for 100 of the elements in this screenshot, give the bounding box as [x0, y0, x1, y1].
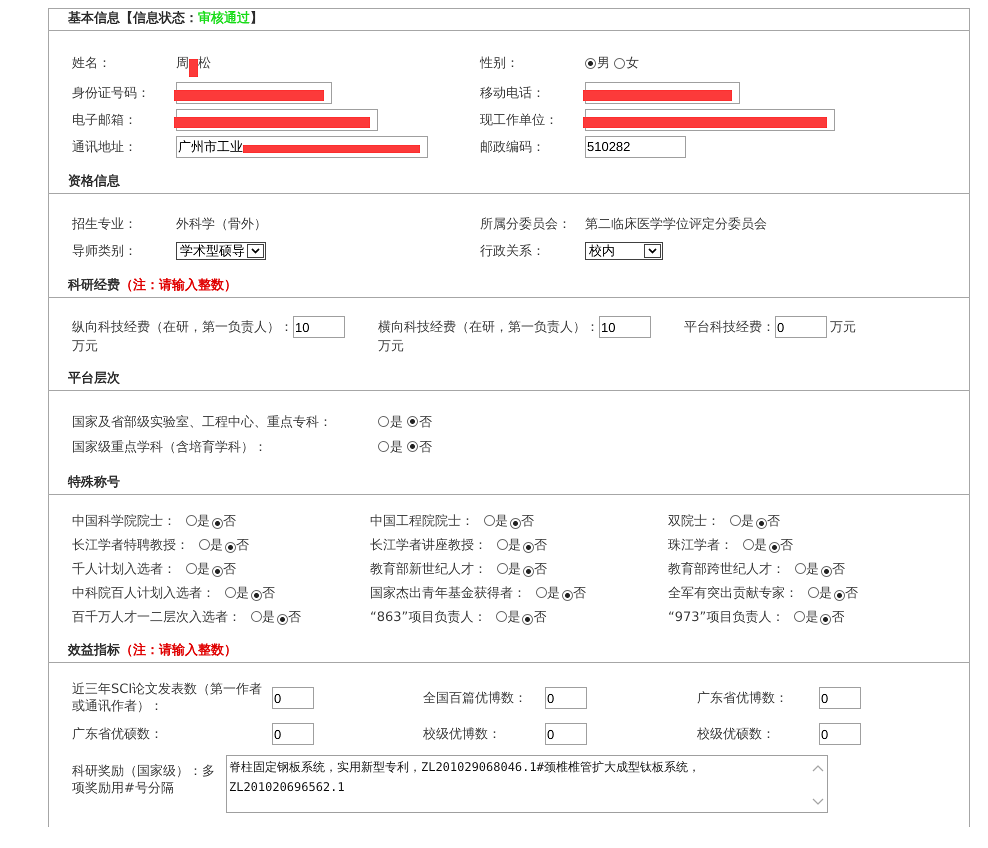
- input-field[interactable]: 10: [293, 316, 345, 338]
- field-label: 双院士：: [668, 514, 720, 529]
- radio-button[interactable]: [378, 416, 389, 427]
- radio-button[interactable]: [808, 587, 819, 598]
- radio-button[interactable]: [378, 441, 389, 452]
- field-label: 性别：: [480, 55, 520, 73]
- radio-label: 是: [547, 586, 560, 601]
- input-field[interactable]: 0: [819, 723, 861, 745]
- radio-button[interactable]: [756, 518, 767, 529]
- radio-button[interactable]: [536, 587, 547, 598]
- field-label: “973”项目负责人：: [668, 610, 784, 625]
- field-label: 中科院百人计划入选者：: [72, 586, 215, 601]
- radio-button[interactable]: [497, 563, 508, 574]
- input-field[interactable]: 0: [545, 687, 587, 709]
- radio-button[interactable]: [769, 542, 780, 553]
- field-label: 姓名：: [72, 55, 112, 73]
- input-field[interactable]: 0: [545, 723, 587, 745]
- field-label: 邮政编码：: [480, 138, 546, 156]
- input-field[interactable]: [176, 108, 378, 130]
- unit-label: 万元: [830, 318, 856, 336]
- radio-button[interactable]: [820, 614, 832, 625]
- radio-label: 是: [508, 538, 521, 553]
- input-field[interactable]: [585, 108, 835, 130]
- input-field[interactable]: 0: [272, 687, 314, 709]
- radio-button[interactable]: [407, 441, 418, 452]
- radio-label: 否: [419, 414, 432, 430]
- radio-label: 否: [236, 538, 249, 553]
- radio-label: 否: [521, 514, 534, 529]
- radio-button[interactable]: [523, 542, 534, 553]
- radio-button[interactable]: [496, 611, 508, 622]
- field-value: 第二临床医学学位评定分委员会: [585, 216, 767, 232]
- radio-label: 是: [805, 610, 818, 625]
- select-field[interactable]: 学术型硕导: [176, 242, 266, 260]
- input-field[interactable]: [176, 82, 332, 104]
- radio-label: 是: [197, 514, 210, 529]
- field-label: 科研奖励（国家级）：多项奖励用#号分隔: [72, 763, 216, 797]
- input-field[interactable]: 0: [819, 687, 861, 709]
- field-label: 广东省优硕数：: [72, 726, 164, 742]
- section-title: 特殊称号: [68, 475, 120, 490]
- field-label: 横向科技经费（在研，第一负责人）：: [378, 318, 599, 336]
- field-label: 校级优博数：: [423, 726, 502, 742]
- radio-button[interactable]: [562, 590, 573, 601]
- radio-button[interactable]: [585, 58, 596, 68]
- radio-button[interactable]: [834, 590, 845, 601]
- radio-button[interactable]: [186, 563, 197, 574]
- radio-button[interactable]: [523, 566, 534, 577]
- radio-button[interactable]: [821, 566, 832, 577]
- radio-label: 是: [741, 514, 754, 529]
- radio-button[interactable]: [614, 58, 625, 68]
- input-field[interactable]: 10: [599, 316, 651, 338]
- field-label: 百千万人才一二层次入选者：: [72, 610, 241, 625]
- radio-label: 是: [236, 586, 249, 601]
- input-field[interactable]: [585, 82, 740, 104]
- radio-button[interactable]: [794, 611, 806, 622]
- field-label: 千人计划入选者：: [72, 562, 176, 577]
- text-area[interactable]: 脊柱固定钢板系统，实用新型专利，ZL201029068046.1#颈椎椎管扩大成型钛板系统，ZL201020696562.1: [226, 755, 828, 813]
- radio-button[interactable]: [730, 515, 741, 526]
- section-title: 资格信息: [68, 174, 120, 189]
- radio-button[interactable]: [510, 518, 521, 529]
- field-label: 招生专业：: [72, 216, 138, 234]
- radio-button[interactable]: [225, 587, 236, 598]
- section-title: 】: [250, 11, 263, 26]
- scroll-down-icon[interactable]: [812, 798, 824, 806]
- radio-button[interactable]: [484, 515, 495, 526]
- radio-button[interactable]: [497, 539, 508, 550]
- radio-label: 是: [262, 610, 275, 625]
- field-label: 中国科学院院士：: [72, 514, 176, 529]
- radio-label: 是: [508, 562, 521, 577]
- note-text: （注：请输入整数）: [120, 643, 237, 658]
- radio-button[interactable]: [251, 611, 262, 622]
- radio-button[interactable]: [743, 539, 754, 550]
- radio-button[interactable]: [251, 590, 262, 601]
- radio-label: 是: [754, 538, 767, 553]
- input-field[interactable]: 0: [775, 316, 827, 338]
- radio-label: 否: [767, 514, 780, 529]
- select-field[interactable]: 校内: [585, 242, 663, 260]
- radio-label: 是: [197, 562, 210, 577]
- radio-label: 否: [832, 562, 845, 577]
- field-label: 校级优硕数：: [697, 726, 776, 742]
- radio-button[interactable]: [186, 515, 197, 526]
- radio-label: 否: [573, 586, 586, 601]
- radio-button[interactable]: [225, 542, 236, 553]
- radio-button[interactable]: [407, 416, 418, 427]
- radio-button[interactable]: [277, 614, 288, 625]
- radio-button[interactable]: [212, 566, 223, 577]
- field-label: 纵向科技经费（在研，第一负责人）：: [72, 318, 293, 336]
- input-field[interactable]: 广州市工业: [176, 136, 428, 158]
- radio-button[interactable]: [199, 539, 210, 550]
- field-label: 全国百篇优博数：: [423, 690, 528, 706]
- input-field[interactable]: 510282: [585, 136, 686, 158]
- radio-label: 女: [626, 55, 639, 72]
- radio-button[interactable]: [522, 614, 534, 625]
- radio-label: 否: [223, 514, 236, 529]
- field-label: 通讯地址：: [72, 138, 138, 156]
- radio-button[interactable]: [795, 563, 806, 574]
- input-field[interactable]: 0: [272, 723, 314, 745]
- field-label: 所属分委员会：: [480, 216, 572, 234]
- scroll-up-icon[interactable]: [812, 764, 824, 772]
- radio-button[interactable]: [212, 518, 223, 529]
- section-title: 效益指标: [68, 643, 120, 658]
